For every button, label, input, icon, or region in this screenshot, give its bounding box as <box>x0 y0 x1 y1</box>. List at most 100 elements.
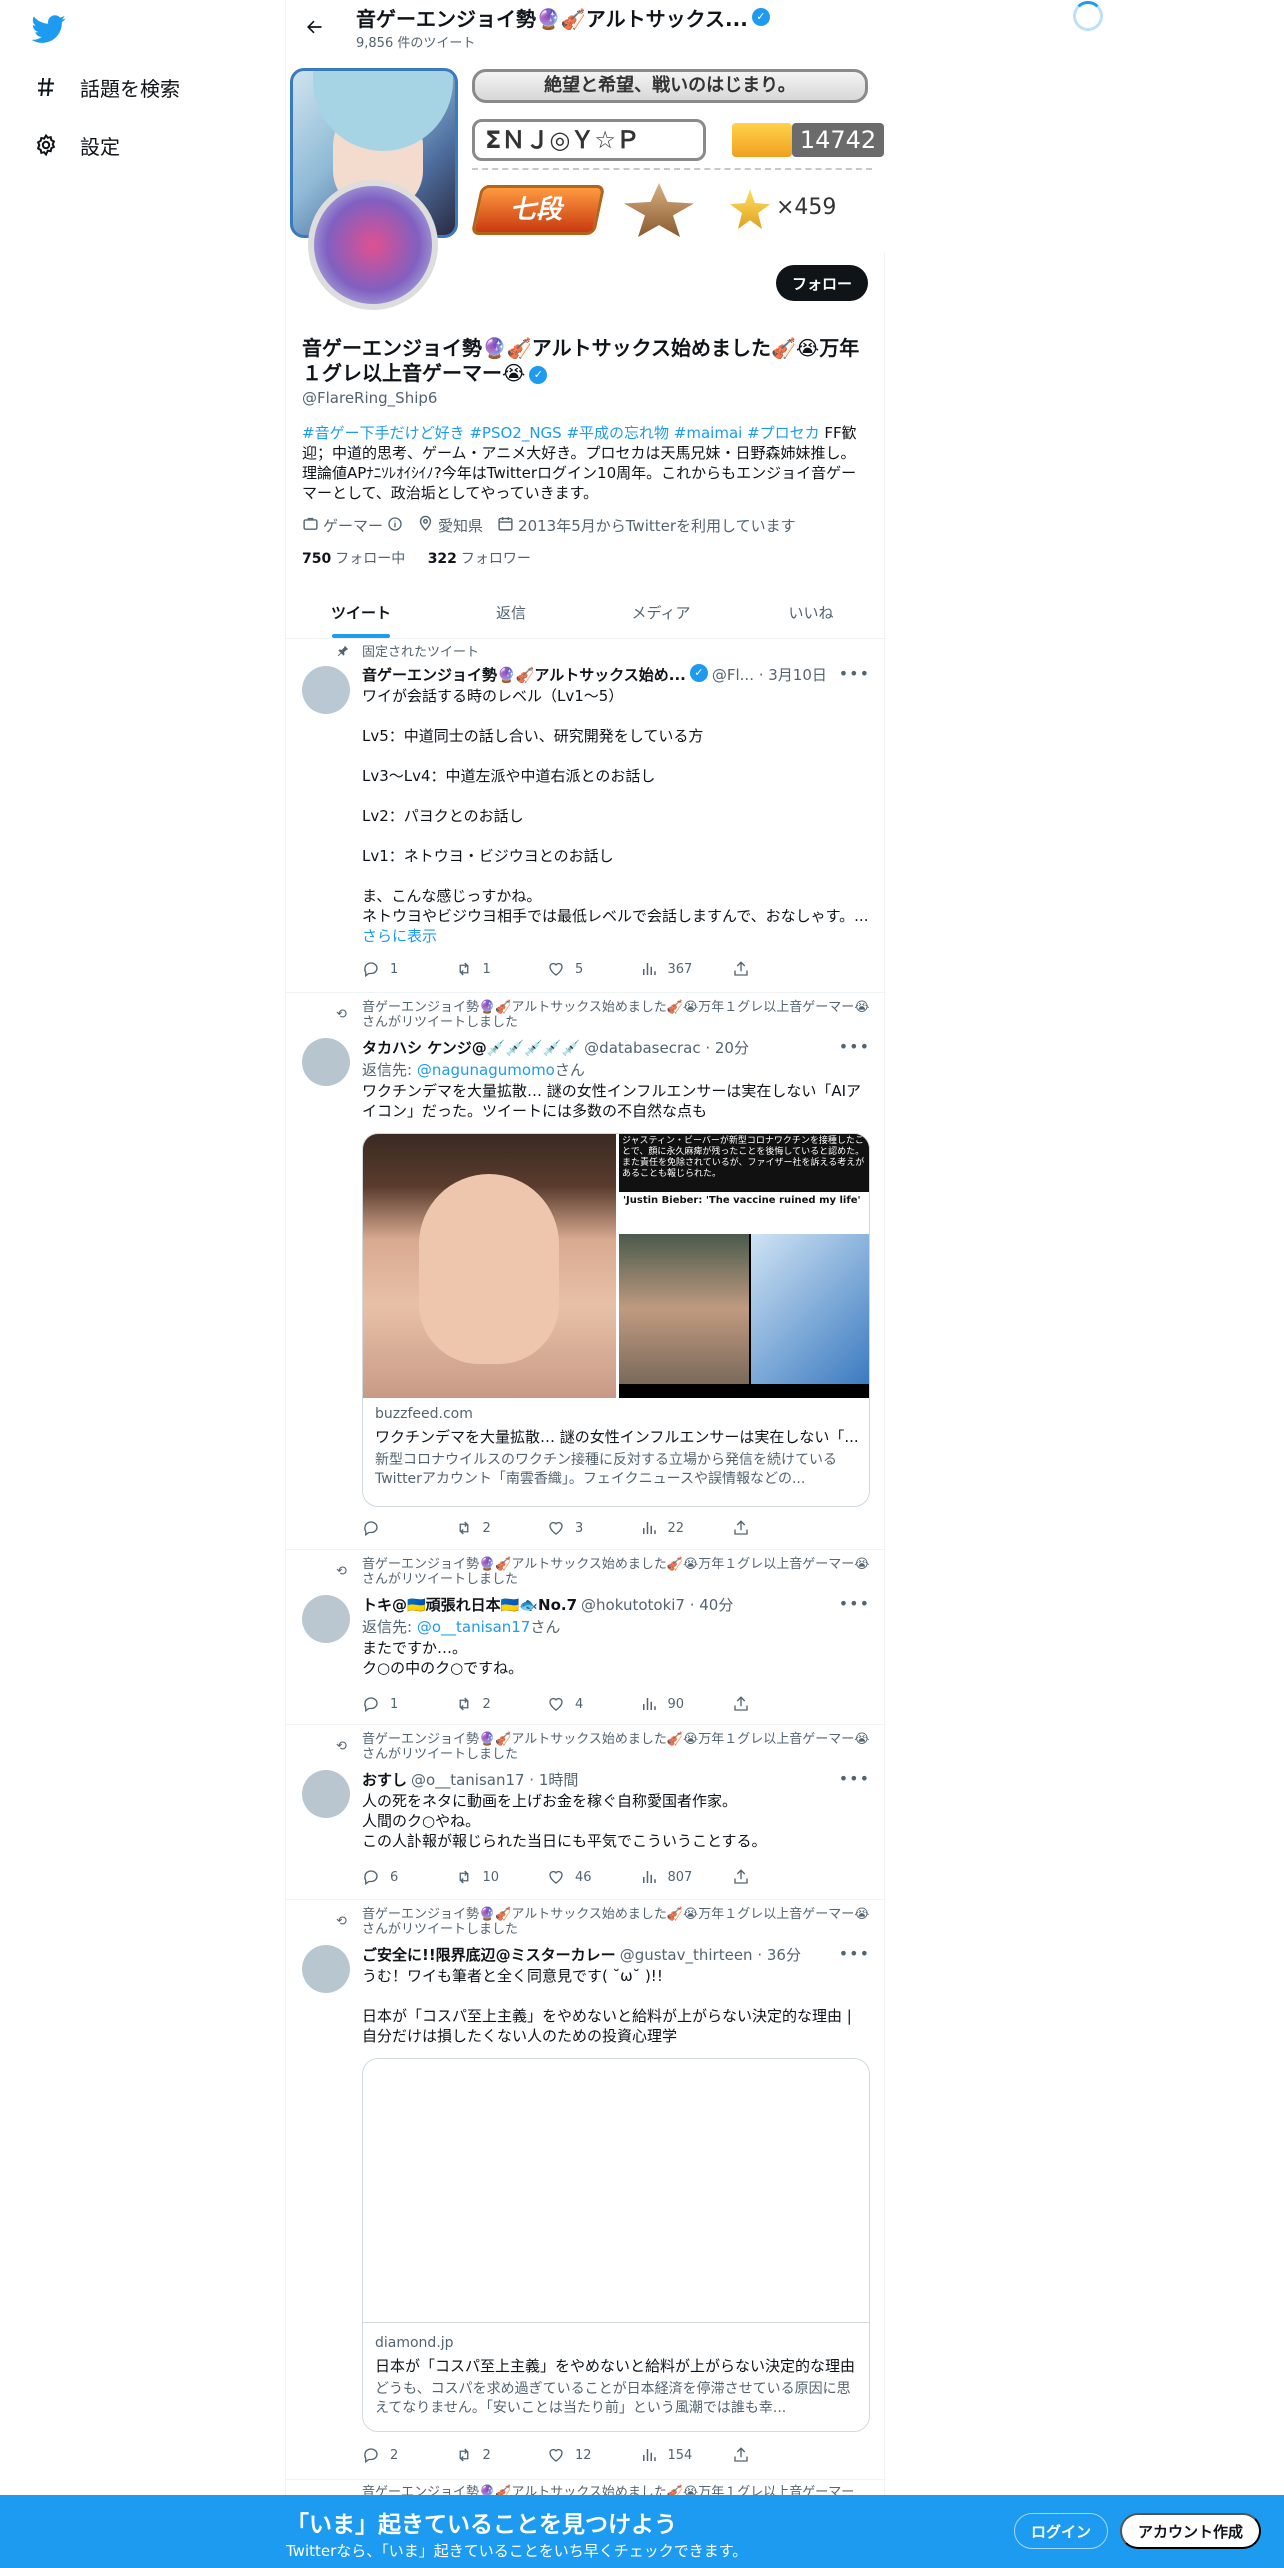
login-button[interactable]: ログイン <box>1014 2513 1109 2549</box>
avatar[interactable] <box>302 666 350 714</box>
author-handle[interactable]: @hokutotoki7 · 40分 <box>581 1594 733 1615</box>
like-button[interactable]: 12 <box>547 2446 607 2464</box>
nav-explore[interactable]: 話題を検索 <box>32 67 180 107</box>
rating-label-icon <box>732 123 792 157</box>
reply-to-link[interactable]: @o__tanisan17 <box>417 1618 531 1636</box>
following-link[interactable]: 750 フォロー中 <box>302 551 405 567</box>
avatar[interactable] <box>302 1945 350 1993</box>
more-options-icon[interactable]: ••• <box>839 1594 870 1613</box>
views-button[interactable]: 807 <box>640 1868 700 1886</box>
author-handle[interactable]: @o__tanisan17 · 1時間 <box>411 1769 578 1790</box>
twitter-logo-icon[interactable] <box>31 12 66 46</box>
author-name[interactable]: トキ@🇺🇦頑張れ日本🇺🇦🐟No.7 <box>362 1594 577 1615</box>
card-image-portrait <box>363 1134 616 1398</box>
nav-settings[interactable]: 設定 <box>32 125 120 165</box>
share-button[interactable] <box>732 2446 792 2464</box>
tweet-body: ワイが会話する時のレベル（Lv1〜5） Lv5：中道同士の話し合い、研究開発をし… <box>362 687 869 925</box>
tab-replies[interactable]: 返信 <box>436 586 586 638</box>
signup-button[interactable]: アカウント作成 <box>1120 2513 1262 2549</box>
views-count: 807 <box>667 1869 693 1885</box>
avatar[interactable] <box>302 1595 350 1643</box>
profile-avatar[interactable] <box>290 68 458 310</box>
avatar-badge <box>308 180 438 310</box>
author-handle[interactable]: @gustav_thirteen · 36分 <box>620 1944 801 1965</box>
card-text: buzzfeed.com ワクチンデマを大量拡散… 謎の女性インフルエンサーは実… <box>363 1406 869 1489</box>
tweet-retweet-toki[interactable]: ⟲ 音ゲーエンジョイ勢🔮🎻アルトサックス始めました🎻😭万年１グレ以上音ゲーマー😭… <box>286 1550 886 1725</box>
followers-link[interactable]: 322 フォロワー <box>428 551 531 567</box>
share-button[interactable] <box>732 1868 792 1886</box>
like-button[interactable]: 46 <box>547 1868 607 1886</box>
bottom-bar-subtitle: Twitterなら、「いま」起きていることをいち早くチェックできます。 <box>286 2542 748 2560</box>
reply-button[interactable]: 6 <box>362 1868 422 1886</box>
avatar[interactable] <box>302 1038 350 1086</box>
tab-likes[interactable]: いいね <box>736 586 886 638</box>
retweet-button[interactable]: 2 <box>455 2446 515 2464</box>
tab-media[interactable]: メディア <box>586 586 736 638</box>
author-handle[interactable]: @Fl... · 3月10日 <box>712 664 827 685</box>
like-button[interactable]: 5 <box>547 960 607 978</box>
avatar[interactable] <box>302 1770 350 1818</box>
tweet-actions: 2 2 12 154 <box>362 2446 792 2464</box>
more-options-icon[interactable]: ••• <box>839 664 870 683</box>
reply-button[interactable] <box>362 1519 422 1537</box>
author-name[interactable]: ご安全に!!限界底辺@ミスターカレー <box>362 1944 616 1965</box>
tweet-retweet-osushi[interactable]: ⟲ 音ゲーエンジョイ勢🔮🎻アルトサックス始めました🎻😭万年１グレ以上音ゲーマー😭… <box>286 1725 886 1900</box>
gear-icon <box>32 131 60 159</box>
share-button[interactable] <box>732 1695 792 1713</box>
tweet-retweet-curry[interactable]: ⟲ 音ゲーエンジョイ勢🔮🎻アルトサックス始めました🎻😭万年１グレ以上音ゲーマー😭… <box>286 1900 886 2480</box>
views-count: 22 <box>667 1520 685 1536</box>
back-arrow-icon[interactable] <box>296 9 332 45</box>
tweet-pinned[interactable]: 固定されたツイート 音ゲーエンジョイ勢🔮🎻アルトサックス始め... ✓ @Fl.… <box>286 640 886 993</box>
retweet-button[interactable]: 2 <box>455 1695 515 1713</box>
reply-button[interactable]: 1 <box>362 960 422 978</box>
share-button[interactable] <box>732 1519 792 1537</box>
retweet-count: 10 <box>482 1869 500 1885</box>
profile-category: ゲーマー <box>323 517 384 535</box>
card-description: 新型コロナウイルスのワクチン接種に反対する立場から発信を続けているTwitter… <box>375 1452 837 1487</box>
author-handle[interactable]: @databasecrac · 20分 <box>584 1037 749 1058</box>
show-more-link[interactable]: さらに表示 <box>362 927 437 945</box>
views-button[interactable]: 90 <box>640 1695 700 1713</box>
author-name[interactable]: 音ゲーエンジョイ勢🔮🎻アルトサックス始め... <box>362 664 686 685</box>
link-card[interactable]: diamond.jp 日本が「コスパ至上主義」をやめないと給料が上がらない決定的… <box>362 2058 870 2432</box>
header-tweet-count: 9,856 件のツイート <box>356 35 476 51</box>
tweet-author: トキ@🇺🇦頑張れ日本🇺🇦🐟No.7 @hokutotoki7 · 40分 <box>362 1594 870 1615</box>
more-options-icon[interactable]: ••• <box>839 1944 870 1963</box>
followers-label: フォロワー <box>460 551 531 567</box>
follow-button[interactable]: フォロー <box>775 265 868 301</box>
more-options-icon[interactable]: ••• <box>839 1769 870 1788</box>
card-text: diamond.jp 日本が「コスパ至上主義」をやめないと給料が上がらない決定的… <box>363 2335 869 2418</box>
share-button[interactable] <box>732 960 792 978</box>
author-name[interactable]: タカハシ ケンジ@💉💉💉💉💉 <box>362 1037 580 1058</box>
tweet-author: ご安全に!!限界底辺@ミスターカレー @gustav_thirteen · 36… <box>362 1944 870 1965</box>
reply-count: 6 <box>390 1869 399 1885</box>
like-button[interactable]: 4 <box>547 1695 607 1713</box>
views-button[interactable]: 22 <box>640 1519 700 1537</box>
author-name[interactable]: おすし <box>362 1769 407 1790</box>
tweet-retweet-takahashi[interactable]: ⟲ 音ゲーエンジョイ勢🔮🎻アルトサックス始めました🎻😭万年１グレ以上音ゲーマー😭… <box>286 993 886 1550</box>
tab-tweets[interactable]: ツイート <box>286 586 436 638</box>
views-button[interactable]: 154 <box>640 2446 700 2464</box>
tweet-context: 固定されたツイート <box>362 645 480 660</box>
more-options-icon[interactable]: ••• <box>839 1037 870 1056</box>
tweet-actions: 2 3 22 <box>362 1519 792 1537</box>
reply-to-link[interactable]: @nagunagumomo <box>417 1061 555 1079</box>
pin-icon <box>336 644 350 662</box>
retweet-button[interactable]: 10 <box>455 1868 515 1886</box>
reply-button[interactable]: 2 <box>362 2446 422 2464</box>
retweet-button[interactable]: 1 <box>455 960 515 978</box>
info-icon[interactable] <box>387 516 403 536</box>
location-item: 愛知県 <box>417 515 483 536</box>
like-button[interactable]: 3 <box>547 1519 607 1537</box>
card-title: ワクチンデマを大量拡散… 謎の女性インフルエンサーは実在しない「... <box>375 1428 859 1446</box>
card-title: 日本が「コスパ至上主義」をやめないと給料が上がらない決定的な理由 <box>375 2357 856 2375</box>
banner-stars: ×459 <box>776 195 837 220</box>
tweet-context: 音ゲーエンジョイ勢🔮🎻アルトサックス始めました🎻😭万年１グレ以上音ゲーマー😭さん… <box>362 1557 870 1587</box>
retweet-button[interactable]: 2 <box>455 1519 515 1537</box>
profile-name: 音ゲーエンジョイ勢🔮🎻アルトサックス始めました🎻😭万年１グレ以上音ゲーマー😭 ✓ <box>302 336 870 386</box>
calendar-icon <box>497 515 514 536</box>
reply-button[interactable]: 1 <box>362 1695 422 1713</box>
link-card[interactable]: ジャスティン・ビーバーが新型コロナワクチンを接種したことで、顔に永久麻痺が残った… <box>362 1133 870 1507</box>
views-button[interactable]: 367 <box>640 960 700 978</box>
bio-hashtags[interactable]: #音ゲー下手だけど好き #PSO2_NGS #平成の忘れ物 #maimai #プ… <box>302 424 820 442</box>
